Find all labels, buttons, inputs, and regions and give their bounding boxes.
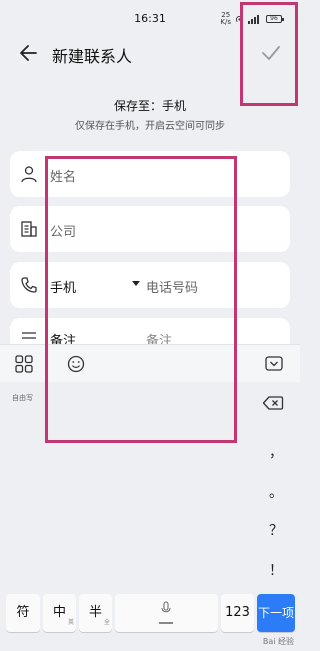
name-field[interactable]: 姓名 <box>10 151 290 197</box>
phone-field[interactable]: 手机 电话号码 <box>10 262 290 308</box>
question-key[interactable]: ？ <box>252 520 300 540</box>
notes-field[interactable]: 备注 备注 <box>10 318 290 346</box>
next-field-key[interactable]: 下一项 <box>257 594 295 632</box>
space-key[interactable] <box>115 594 218 632</box>
header: 新建联系人 <box>0 36 300 70</box>
emoji-icon[interactable] <box>66 354 86 374</box>
grid-menu-icon[interactable] <box>14 354 34 374</box>
battery-icon: 96 <box>266 15 284 23</box>
name-input[interactable]: 姓名 <box>50 166 76 185</box>
status-indicators: 25 K/s 96 <box>220 11 284 26</box>
person-icon <box>21 166 37 183</box>
company-icon <box>21 221 37 237</box>
status-bar: 16:31 25 K/s 96 <box>0 0 300 36</box>
company-input[interactable]: 公司 <box>50 221 76 240</box>
company-field[interactable]: 公司 <box>10 206 290 252</box>
microphone-space-icon <box>159 601 173 624</box>
phone-number-input[interactable]: 电话号码 <box>146 277 198 296</box>
period-key[interactable]: 。 <box>252 482 300 502</box>
phone-type-dropdown-icon[interactable] <box>132 281 140 286</box>
half-full-width-key[interactable]: 半 全 <box>79 594 112 632</box>
hide-keyboard-icon[interactable] <box>264 354 284 374</box>
save-location-selector[interactable]: 保存至：手机 <box>0 97 300 114</box>
phone-icon <box>21 277 37 293</box>
battery-level: 96 <box>270 15 278 22</box>
comma-key[interactable]: ， <box>252 442 300 462</box>
hotspot-icon <box>235 15 244 22</box>
exclaim-key[interactable]: ！ <box>252 560 300 580</box>
back-arrow-icon[interactable] <box>16 40 42 66</box>
page-title: 新建联系人 <box>52 47 133 66</box>
backspace-icon[interactable] <box>262 395 284 411</box>
keyboard-toolbar <box>0 344 300 382</box>
symbol-key[interactable]: 符 <box>6 594 40 632</box>
save-location-hint: 仅保存在手机，开启云空间可同步 <box>75 121 225 132</box>
confirm-check-icon[interactable] <box>258 40 284 66</box>
numeric-key[interactable]: 123 <box>221 594 254 632</box>
chinese-english-toggle-key[interactable]: 中 英 <box>43 594 76 632</box>
watermark: Bai 经验 <box>262 637 294 646</box>
phone-type-label[interactable]: 手机 <box>50 277 76 296</box>
freewrite-label: 自由写 <box>12 394 33 402</box>
signal-icon <box>248 14 262 24</box>
net-speed: 25 K/s <box>220 11 231 26</box>
